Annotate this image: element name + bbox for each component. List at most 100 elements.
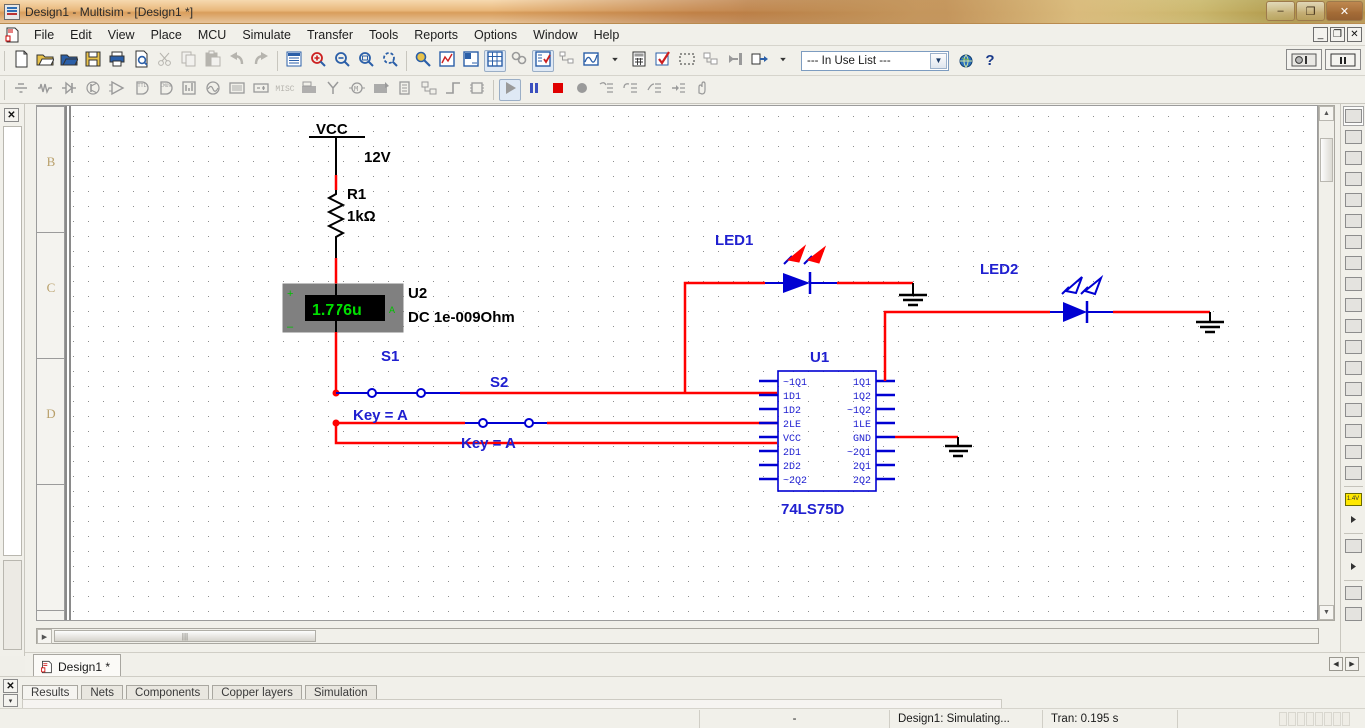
menu-item-mcu[interactable]: MCU <box>190 26 234 44</box>
select-area-button[interactable] <box>676 50 698 72</box>
export-button[interactable] <box>724 50 746 72</box>
tab-next-button[interactable]: ▶ <box>1345 657 1359 671</box>
graphs-button[interactable] <box>436 50 458 72</box>
place-diode-button[interactable] <box>58 79 80 101</box>
check-button[interactable] <box>652 50 674 72</box>
place-connectors-button[interactable] <box>394 79 416 101</box>
mdi-restore-button[interactable]: ❐ <box>1330 27 1345 42</box>
vertical-scrollbar[interactable]: ▲ ▼ <box>1318 105 1335 621</box>
u1-gnd-ground[interactable] <box>945 437 972 458</box>
instrument-bode-plotter[interactable] <box>1343 211 1364 231</box>
place-hierarchical-block-button[interactable] <box>418 79 440 101</box>
menu-item-tools[interactable]: Tools <box>361 26 406 44</box>
step-over-button[interactable] <box>619 79 641 101</box>
wire-supply-branch[interactable] <box>334 423 777 445</box>
menu-item-window[interactable]: Window <box>525 26 585 44</box>
stop-button[interactable] <box>547 79 569 101</box>
instrument-dynamic-probe[interactable] <box>1343 604 1364 624</box>
place-rf-button[interactable] <box>322 79 344 101</box>
in-use-list-combo[interactable]: --- In Use List --- ▼ <box>801 50 949 71</box>
place-basic-button[interactable] <box>34 79 56 101</box>
zoom-area-button[interactable] <box>355 50 377 72</box>
place-indicator-button[interactable] <box>226 79 248 101</box>
u2-ammeter[interactable]: 1.776u A + – <box>282 283 404 333</box>
sheet-tab-design1[interactable]: Design1 * <box>33 654 122 676</box>
step-into-button[interactable] <box>595 79 617 101</box>
menu-item-transfer[interactable]: Transfer <box>299 26 361 44</box>
open-button[interactable] <box>34 50 56 72</box>
calculator-button[interactable] <box>628 50 650 72</box>
print-button[interactable] <box>106 50 128 72</box>
window-close-button[interactable]: ✕ <box>1326 1 1363 21</box>
menu-item-place[interactable]: Place <box>143 26 190 44</box>
place-source-button[interactable] <box>10 79 32 101</box>
instrument-agilent-multimeter[interactable] <box>1343 421 1364 441</box>
instrument-measurement-probe[interactable]: 1.4V <box>1343 489 1364 509</box>
parts-button[interactable] <box>508 50 530 72</box>
place-cmos-button[interactable]: CMOS <box>154 79 176 101</box>
menu-item-reports[interactable]: Reports <box>406 26 466 44</box>
instrument-oscilloscope[interactable] <box>1343 169 1364 189</box>
instrument-4ch-oscilloscope[interactable] <box>1343 190 1364 210</box>
electrical-rules-button[interactable] <box>532 49 554 72</box>
zoom-out-button[interactable] <box>331 50 353 72</box>
run-button[interactable] <box>499 78 521 101</box>
hierarchy-button[interactable] <box>556 50 578 72</box>
place-bus-button[interactable] <box>442 79 464 101</box>
r1-resistor[interactable] <box>326 190 346 258</box>
place-misc-digital-button[interactable] <box>178 79 200 101</box>
place-power-button[interactable] <box>250 79 272 101</box>
chevron-down-icon[interactable]: ▼ <box>930 52 947 69</box>
place-mixed-button[interactable] <box>202 79 224 101</box>
led2-ground[interactable] <box>1196 312 1224 334</box>
new-button[interactable] <box>10 50 32 72</box>
instrument-function-generator[interactable] <box>1343 127 1364 147</box>
instrument-spectrum-analyzer[interactable] <box>1343 358 1364 378</box>
postprocessor-button[interactable] <box>460 50 482 72</box>
tab-prev-button[interactable]: ◀ <box>1329 657 1343 671</box>
toggle-breakpoint-button[interactable] <box>691 79 713 101</box>
s1-switch[interactable] <box>332 388 461 398</box>
run-to-cursor-button[interactable] <box>667 79 689 101</box>
schematic-canvas[interactable]: 1.776u A + – <box>64 105 1318 621</box>
place-mcu-button[interactable] <box>466 79 488 101</box>
scroll-up-arrow[interactable]: ▲ <box>1319 106 1334 121</box>
transfer-dropdown[interactable] <box>772 50 794 72</box>
instrument-multimeter[interactable] <box>1342 106 1364 126</box>
u1-ic[interactable]: ~1Q1 1D1 1D2 2LE VCC 2D1 2D2 ~2Q2 1Q1 1Q2 ~1Q2 1LE… <box>759 349 972 518</box>
menu-item-view[interactable]: View <box>100 26 143 44</box>
menu-item-help[interactable]: Help <box>586 26 628 44</box>
instrument-logic-analyzer[interactable] <box>1343 295 1364 315</box>
toggle-project-bar-button[interactable] <box>283 50 305 72</box>
instrument-distortion-analyzer[interactable] <box>1343 337 1364 357</box>
led1-ground[interactable] <box>899 283 927 307</box>
pause-icon[interactable] <box>1325 49 1361 70</box>
instrument-agilent-function-generator[interactable] <box>1343 400 1364 420</box>
find-button[interactable] <box>412 50 434 72</box>
led2[interactable]: LED2 <box>883 261 1224 372</box>
vertical-scroll-thumb[interactable] <box>1320 138 1333 182</box>
place-analog-button[interactable] <box>106 79 128 101</box>
instrument-logic-converter[interactable] <box>1343 274 1364 294</box>
instrument-word-generator[interactable] <box>1343 253 1364 273</box>
place-misc-button[interactable]: MISC <box>274 79 296 101</box>
open-samples-button[interactable] <box>58 50 80 72</box>
instrument-wattmeter[interactable] <box>1343 148 1364 168</box>
instrument-frequency-counter[interactable] <box>1343 232 1364 252</box>
save-button[interactable] <box>82 50 104 72</box>
instrument-labview-dropdown[interactable] <box>1343 557 1364 577</box>
globe-icon[interactable] <box>955 50 977 72</box>
place-nimydaq-button[interactable] <box>370 79 392 101</box>
analysis-dropdown[interactable] <box>604 50 626 72</box>
instrument-tektronix-oscilloscope[interactable] <box>1343 463 1364 483</box>
analysis-button[interactable] <box>580 50 602 72</box>
horizontal-scrollbar[interactable]: ◀ ||| ▶ <box>36 628 1319 644</box>
menu-item-edit[interactable]: Edit <box>62 26 100 44</box>
place-ttl-button[interactable]: TTL <box>130 79 152 101</box>
zoom-in-button[interactable] <box>307 50 329 72</box>
close-icon[interactable]: ✕ <box>4 108 19 122</box>
transfer-button[interactable] <box>748 50 770 72</box>
menu-item-file[interactable]: File <box>26 26 62 44</box>
window-restore-button[interactable]: ❐ <box>1296 1 1325 21</box>
place-transistor-button[interactable] <box>82 79 104 101</box>
